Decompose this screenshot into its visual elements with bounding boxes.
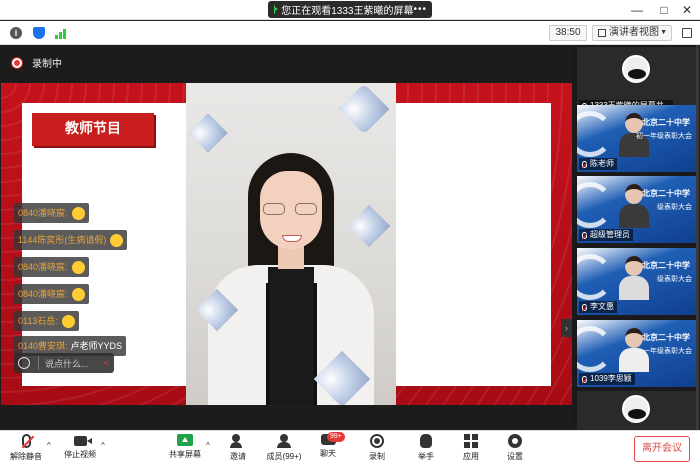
settings-button[interactable]: 设置 — [503, 434, 527, 462]
emoji-picker-icon[interactable] — [18, 357, 30, 369]
participant-tile[interactable]: 北京二十中学 初一年级表彰大会 陈老师 — [577, 105, 696, 172]
slide-title: 教师节目 — [32, 113, 154, 146]
record-icon — [370, 434, 384, 448]
unmute-button[interactable]: 解除静音 — [8, 434, 44, 462]
thumbs-up-emoji-icon — [110, 233, 124, 247]
shared-screen-area: 录制中 教师节目 › 0840潘晓宸: 1144陈奕彤(生病请假) 0840潘晓… — [0, 45, 573, 430]
participant-name-tag: 陈老师 — [579, 158, 617, 170]
video-options-caret[interactable]: ^ — [101, 441, 105, 450]
share-screen-icon — [177, 434, 193, 446]
chat-sender: 0840潘晓宸: — [18, 208, 68, 218]
clap-emoji-icon — [71, 260, 85, 274]
participant-name-tag: 超级管理员 — [579, 229, 633, 241]
participant-tile[interactable]: 1333王紫曦的屏幕共... — [577, 47, 696, 114]
screen-share-icon — [274, 5, 280, 14]
clap-emoji-icon — [71, 206, 85, 220]
recording-indicator[interactable]: 录制中 — [12, 55, 62, 70]
participant-panel: 1333王紫曦的屏幕共... 北京二十中学 初一年级表彰大会 陈老师 北京二十中… — [573, 45, 700, 430]
chevron-down-icon: ▼ — [660, 29, 667, 36]
participant-tile[interactable]: 北京二十中学 级表彰大会 超级管理员 — [577, 176, 696, 243]
leave-meeting-button[interactable]: 离开会议 — [634, 436, 690, 462]
signal-icon[interactable] — [55, 27, 69, 39]
bottom-toolbar: 解除静音 ^ 停止视频 ^ 共享屏幕 ^ 邀请 成员(99+) 聊天 99+ 录… — [0, 430, 700, 467]
presenter-video — [186, 83, 396, 405]
share-status-pill[interactable]: 您正在观看1333王紫曦的屏幕 ••• — [268, 1, 432, 18]
chat-input-placeholder: 说点什么... — [45, 358, 89, 369]
members-button[interactable]: 成员(99+) — [262, 434, 306, 462]
chat-message: 0840潘晓宸: — [14, 203, 89, 223]
mic-muted-icon — [21, 434, 31, 448]
glitter-heart-icon — [347, 204, 391, 248]
participant-tile[interactable] — [577, 391, 696, 430]
avatar — [622, 55, 650, 83]
chat-message: 0113石岳: — [14, 311, 79, 331]
fullscreen-icon[interactable] — [682, 28, 692, 38]
slide-right-panel — [396, 103, 551, 386]
glasses — [263, 203, 319, 215]
chat-unread-badge: 99+ — [327, 432, 345, 442]
raise-hand-icon — [420, 434, 432, 448]
view-mode-button[interactable]: 演讲者视图 ▼ — [592, 25, 672, 41]
gear-icon — [508, 434, 522, 448]
meeting-timer: 38:50 — [549, 25, 587, 41]
avatar — [622, 395, 650, 423]
participant-name-tag: 李文惠 — [579, 301, 617, 313]
participant-tile[interactable]: 北京二十中学 一年级表彰大会 1039李思颖 — [577, 320, 696, 387]
recording-label: 录制中 — [32, 59, 62, 70]
mic-muted-icon — [582, 375, 587, 383]
info-icon[interactable]: i — [10, 27, 22, 39]
participant-tile[interactable]: 北京二十中学 级表彰大会 李文惠 — [577, 248, 696, 315]
chat-sender: 0840潘晓宸: — [18, 262, 68, 272]
apps-icon — [464, 434, 478, 448]
share-options-caret[interactable]: ^ — [206, 441, 210, 450]
share-screen-button[interactable]: 共享屏幕 — [166, 434, 204, 460]
recording-icon — [12, 57, 22, 68]
grin-emoji-icon — [61, 314, 75, 328]
raise-hand-button[interactable]: 举手 — [414, 434, 438, 462]
add-person-icon — [230, 434, 246, 448]
chat-message: 0840潘晓宸: — [14, 284, 89, 304]
chat-message: 0840潘晓宸: — [14, 257, 89, 277]
meeting-info-bar: i 38:50 演讲者视图 ▼ — [0, 21, 700, 45]
maximize-button[interactable]: □ — [655, 2, 673, 18]
chat-input[interactable]: 说点什么... < — [14, 353, 114, 373]
glitter-heart-icon — [188, 113, 228, 153]
share-status-text: 您正在观看1333王紫曦的屏幕 — [281, 6, 414, 17]
chat-sender: 1144陈奕彤(生病请假) — [18, 235, 107, 245]
members-icon — [276, 434, 292, 448]
close-button[interactable]: ✕ — [678, 2, 696, 18]
chat-sender: 0113石岳: — [18, 316, 58, 326]
collapse-chat-icon[interactable]: < — [104, 358, 109, 368]
meeting-window: 您正在观看1333王紫曦的屏幕 ••• — □ ✕ i 38:50 演讲者视图 … — [0, 0, 700, 467]
slide-scroll-arrow[interactable]: › — [561, 319, 572, 337]
camera-icon — [73, 436, 92, 446]
more-options-icon[interactable]: ••• — [413, 4, 427, 15]
record-button[interactable]: 录制 — [365, 434, 389, 462]
minimize-button[interactable]: — — [628, 2, 646, 18]
thumbs-up-emoji-icon — [71, 287, 85, 301]
glitter-heart-icon — [338, 83, 390, 135]
mic-muted-icon — [582, 231, 587, 239]
chat-sender: 0840潘晓宸: — [18, 289, 68, 299]
audio-options-caret[interactable]: ^ — [47, 441, 51, 450]
title-bar: 您正在观看1333王紫曦的屏幕 ••• — □ ✕ — [0, 0, 700, 20]
mic-muted-icon — [582, 303, 587, 311]
panel-scrollbar[interactable] — [696, 45, 699, 430]
view-mode-label: 演讲者视图 — [609, 27, 659, 38]
view-grid-icon — [598, 29, 606, 37]
chat-message: 1144陈奕彤(生病请假) — [14, 230, 128, 250]
shield-icon[interactable] — [33, 27, 45, 39]
invite-button[interactable]: 邀请 — [226, 434, 250, 462]
mic-muted-icon — [582, 160, 587, 168]
stop-video-button[interactable]: 停止视频 — [60, 434, 100, 460]
participant-name-tag: 1039李思颖 — [579, 373, 635, 385]
apps-button[interactable]: 应用 — [459, 434, 483, 462]
